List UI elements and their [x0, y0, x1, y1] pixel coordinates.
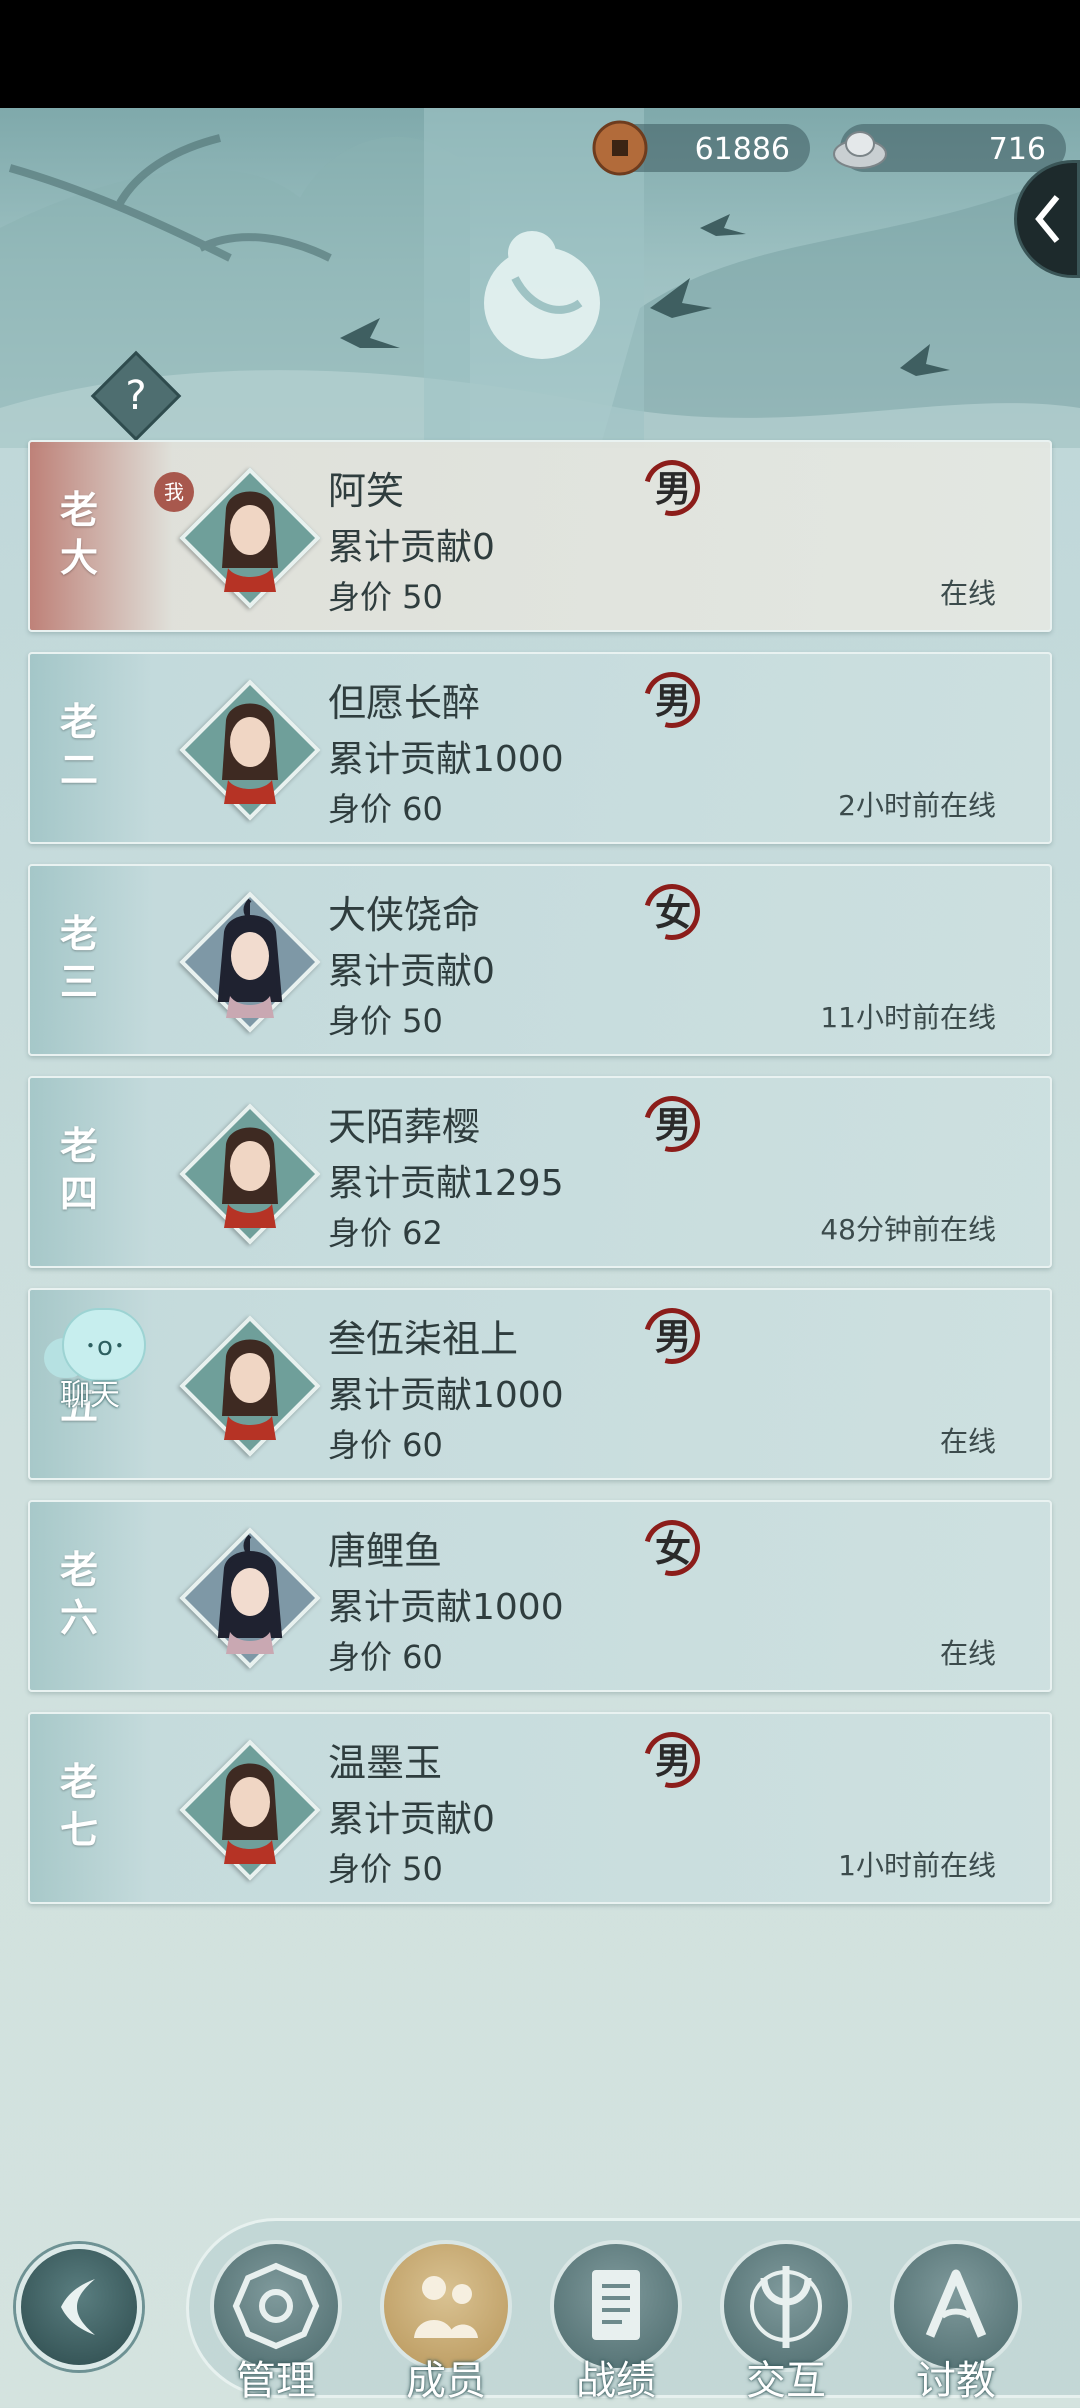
member-contribution: 累计贡献1000	[328, 739, 564, 780]
copper-amount: 61886	[694, 132, 790, 167]
member-rank: 老六	[59, 1547, 98, 1640]
member-contribution: 累计贡献0	[328, 951, 495, 992]
copper-coin-icon	[592, 120, 648, 176]
member-card[interactable]: 老大 我 阿笑 男 累计贡献0 身价 50 在线	[28, 440, 1052, 632]
member-rank: 老大	[59, 487, 98, 580]
gender-badge: 女	[633, 1509, 711, 1587]
nav-label: 讨教	[916, 2358, 996, 2404]
member-contribution: 累计贡献1000	[328, 1587, 564, 1628]
nav-label: 成员	[406, 2358, 486, 2404]
member-price: 身价 50	[328, 1002, 443, 1040]
member-contribution: 累计贡献1295	[328, 1163, 564, 1204]
avatar-portrait-icon	[222, 1763, 278, 1864]
member-contribution: 累计贡献1000	[328, 1375, 564, 1416]
member-price: 身价 60	[328, 1426, 443, 1464]
gender-badge: 男	[633, 1085, 711, 1163]
member-card[interactable]: 老六 唐鲤鱼 女 累计贡献1000 身价 60 在线	[28, 1500, 1052, 1692]
member-card[interactable]: 老五 叁伍柒祖上 男 累计贡献1000 身价 60 在线	[28, 1288, 1052, 1480]
online-status: 在线	[939, 577, 996, 610]
member-price: 身价 60	[328, 1638, 443, 1676]
member-card[interactable]: 老三 大侠饶命 女 累计贡献0 身价 50 11小时前在线	[28, 864, 1052, 1056]
chat-label: 聊天	[60, 1378, 120, 1413]
member-avatar[interactable]	[179, 891, 321, 1033]
gender-badge: 男	[633, 1297, 711, 1375]
nav-records[interactable]: 战绩	[550, 2240, 682, 2404]
nav-label: 交互	[746, 2358, 826, 2404]
silver-amount: 716	[988, 132, 1046, 167]
avatar-portrait-icon	[222, 703, 278, 804]
chevron-left-icon	[1035, 195, 1060, 243]
question-mark-icon: ?	[125, 373, 147, 419]
member-avatar[interactable]	[179, 467, 321, 609]
copper-currency[interactable]: 61886	[592, 120, 810, 176]
member-contribution: 累计贡献0	[328, 527, 495, 568]
back-button[interactable]	[16, 2244, 142, 2370]
self-badge: 我	[154, 472, 194, 512]
member-card[interactable]: 老二 但愿长醉 男 累计贡献1000 身价 60 2小时前在线	[28, 652, 1052, 844]
avatar-portrait-icon	[222, 491, 278, 592]
member-name: 大侠饶命	[328, 893, 481, 937]
member-name: 温墨玉	[328, 1741, 443, 1785]
silver-ingot-icon	[833, 131, 887, 169]
member-name: 阿笑	[328, 469, 405, 513]
member-rank: 老二	[59, 699, 98, 792]
back-arrow-icon	[61, 2279, 95, 2335]
avatar-portrait-icon	[217, 1534, 283, 1654]
gender-badge: 男	[633, 1721, 711, 1799]
member-card[interactable]: 老四 天陌葬樱 男 累计贡献1295 身价 62 48分钟前在线	[28, 1076, 1052, 1268]
member-avatar[interactable]	[179, 1315, 321, 1457]
member-rank: 老四	[59, 1123, 98, 1216]
member-avatar[interactable]	[179, 1103, 321, 1245]
member-rank: 老三	[59, 911, 98, 1004]
online-status: 1小时前在线	[838, 1849, 996, 1882]
gender-badge: 男	[633, 661, 711, 739]
nav-manage[interactable]: 管理	[210, 2240, 342, 2404]
nav-label: 管理	[236, 2358, 316, 2404]
member-price: 身价 50	[328, 578, 443, 616]
avatar-portrait-icon	[222, 1339, 278, 1440]
member-rank: 老七	[59, 1759, 98, 1852]
chat-button[interactable]: ･o･ 聊天	[44, 1308, 146, 1413]
collapse-tab-button[interactable]	[1014, 160, 1080, 278]
member-price: 身价 60	[328, 790, 443, 828]
avatar-portrait-icon	[217, 898, 283, 1018]
online-status: 在线	[939, 1637, 996, 1670]
gender-badge: 男	[633, 449, 711, 527]
nav-members[interactable]: 成员	[380, 2240, 512, 2404]
member-avatar[interactable]	[179, 1527, 321, 1669]
nav-challenge[interactable]: 讨教	[890, 2240, 1022, 2404]
member-list: 老大 我 阿笑 男 累计贡献0 身价 50 在线 老二 但愿长醉 男 累计贡献1…	[28, 440, 1052, 1924]
nav-interact[interactable]: 交互	[720, 2240, 852, 2404]
member-name: 叁伍柒祖上	[328, 1317, 519, 1361]
member-avatar[interactable]	[179, 679, 321, 821]
status-bar	[0, 0, 1080, 108]
gender-badge: 女	[633, 873, 711, 951]
member-name: 但愿长醉	[328, 681, 481, 725]
online-status: 在线	[939, 1425, 996, 1458]
member-contribution: 累计贡献0	[328, 1799, 495, 1840]
online-status: 48分钟前在线	[820, 1213, 996, 1246]
member-name: 天陌葬樱	[328, 1105, 481, 1149]
online-status: 2小时前在线	[838, 789, 996, 822]
nav-label: 战绩	[576, 2358, 656, 2404]
avatar-portrait-icon	[222, 1127, 278, 1228]
member-name: 唐鲤鱼	[328, 1529, 443, 1573]
member-avatar[interactable]	[179, 1739, 321, 1881]
member-card[interactable]: 老七 温墨玉 男 累计贡献0 身价 50 1小时前在线	[28, 1712, 1052, 1904]
online-status: 11小时前在线	[820, 1001, 996, 1034]
member-price: 身价 50	[328, 1850, 443, 1888]
member-price: 身价 62	[328, 1214, 443, 1252]
